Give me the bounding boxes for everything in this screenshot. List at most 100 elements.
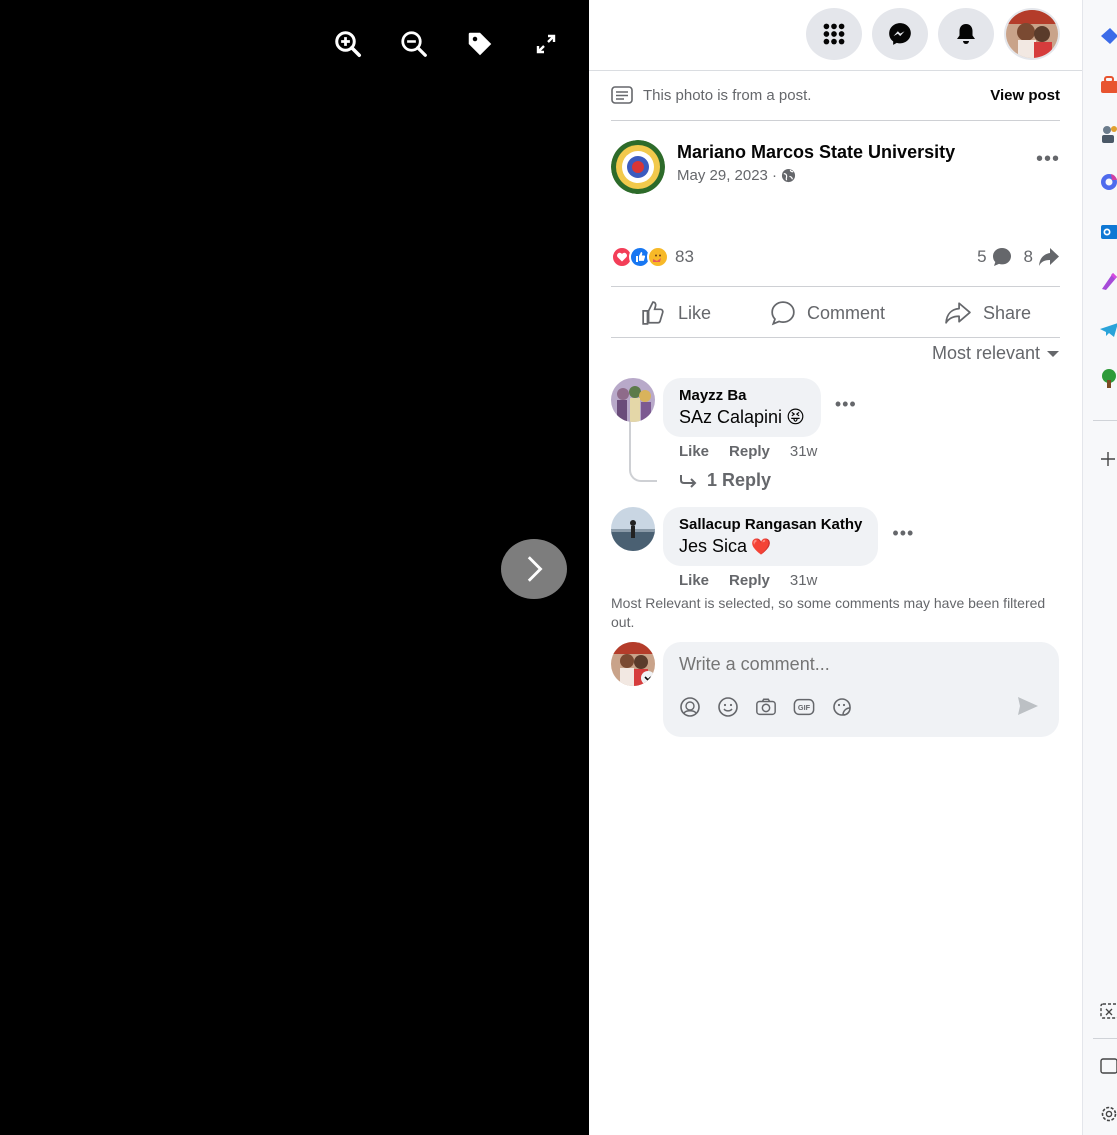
post-options-button[interactable]: ••• (1036, 148, 1060, 171)
settings-gear-icon[interactable] (1099, 1104, 1117, 1124)
shopping-icon[interactable] (1099, 75, 1117, 95)
outlook-icon[interactable] (1099, 222, 1117, 242)
comment-like-link[interactable]: Like (679, 572, 709, 589)
photo-from-post-note: This photo is from a post. View post (611, 86, 1060, 104)
comment-options-button[interactable]: ••• (892, 523, 914, 544)
divider (611, 120, 1060, 121)
comment-bubble-icon (992, 248, 1011, 266)
reaction-count: 83 (675, 247, 694, 266)
post-header: Mariano Marcos State University May 29, … (611, 140, 1060, 194)
globe-icon (782, 168, 796, 183)
notifications-bell-icon (957, 24, 975, 44)
divider (1093, 1038, 1117, 1039)
menu-grid-button[interactable] (806, 8, 862, 60)
my-avatar[interactable] (611, 642, 655, 686)
comment-count[interactable]: 5 (977, 247, 1011, 267)
gif-icon[interactable]: GIF (793, 696, 815, 718)
comment-bubble: Mayzz Ba SAz Calapini 😝 (663, 378, 821, 437)
browser-sidebar (1082, 0, 1117, 1135)
heart-emoji: ❤️ (751, 538, 771, 556)
tree-icon[interactable] (1099, 368, 1117, 388)
tools-icon[interactable] (1099, 124, 1117, 144)
designer-icon[interactable] (1099, 271, 1117, 291)
camera-icon[interactable] (755, 696, 777, 718)
commenter-avatar[interactable] (611, 378, 655, 422)
menu-grid-icon (823, 23, 845, 45)
photo-viewer[interactable] (0, 0, 589, 1135)
comment-item: Mayzz Ba SAz Calapini 😝 ••• Like Reply 3… (611, 378, 857, 491)
emoji-icon[interactable] (717, 696, 739, 718)
office-icon[interactable] (1099, 172, 1117, 192)
comment-options-button[interactable]: ••• (835, 394, 857, 415)
comment-reply-link[interactable]: Reply (729, 572, 770, 589)
profile-avatar[interactable] (1004, 8, 1060, 60)
comment-text-value: Jes Sica (679, 536, 748, 556)
telegram-icon[interactable] (1099, 320, 1117, 340)
comment-time[interactable]: 31w (790, 572, 818, 589)
share-count-value: 8 (1023, 247, 1033, 266)
send-icon[interactable] (1017, 696, 1039, 721)
fullscreen-icon[interactable] (528, 26, 564, 62)
emoji: 😝 (786, 407, 805, 427)
post-panel: This photo is from a post. View post Mar… (589, 0, 1082, 1135)
copilot-icon[interactable] (1099, 26, 1117, 46)
filter-note: Most Relevant is selected, so some comme… (611, 595, 1046, 630)
reply-arrow-icon (680, 474, 697, 488)
comment-meta: Like Reply 31w (679, 572, 914, 589)
comment-body: Sallacup Rangasan Kathy Jes Sica ❤️ ••• … (663, 507, 914, 589)
post-date-text: May 29, 2023 · (677, 167, 778, 184)
commenter-avatar[interactable] (611, 507, 655, 551)
commenter-name[interactable]: Sallacup Rangasan Kathy (679, 516, 862, 533)
zoom-out-icon[interactable] (396, 26, 432, 62)
page-logo[interactable] (611, 140, 665, 194)
tag-icon[interactable] (462, 26, 498, 62)
like-label: Like (677, 302, 711, 323)
comment-sort-dropdown[interactable]: Most relevant (932, 343, 1060, 364)
composer-tools: GIF (679, 696, 853, 718)
notifications-button[interactable] (938, 8, 994, 60)
share-icon (945, 302, 971, 324)
next-photo-button[interactable] (501, 539, 567, 599)
comment-like-link[interactable]: Like (679, 443, 709, 460)
care-reaction-icon (647, 246, 669, 268)
comment-label: Comment (806, 302, 885, 323)
svg-text:GIF: GIF (798, 703, 811, 712)
view-replies-link[interactable]: 1 Reply (679, 470, 857, 491)
messenger-button[interactable] (872, 8, 928, 60)
post-stats: 83 5 8 (611, 246, 1060, 268)
share-arrow-icon (1039, 248, 1059, 266)
comment-meta: Like Reply 31w (679, 443, 857, 460)
comment-composer: GIF (611, 642, 1059, 737)
page-name[interactable]: Mariano Marcos State University (677, 142, 1036, 163)
messenger-icon (889, 23, 911, 45)
view-post-link[interactable]: View post (990, 87, 1060, 104)
zoom-in-icon[interactable] (330, 26, 366, 62)
share-button[interactable]: Share (933, 296, 1041, 330)
post-icon (611, 86, 633, 104)
comment-count-value: 5 (977, 247, 987, 266)
post-actions: Like Comment Share (611, 296, 1060, 330)
commenter-name[interactable]: Mayzz Ba (679, 387, 805, 404)
comment-body: Mayzz Ba SAz Calapini 😝 ••• Like Reply 3… (663, 378, 857, 491)
comment-time[interactable]: 31w (790, 443, 818, 460)
screenshot-icon[interactable] (1099, 1001, 1117, 1021)
divider (1093, 420, 1117, 421)
sidebar-toggle-icon[interactable] (1099, 1056, 1117, 1076)
add-icon[interactable] (1099, 449, 1117, 469)
share-label: Share (982, 302, 1031, 323)
reactions-summary[interactable]: 83 (611, 246, 694, 268)
post-date[interactable]: May 29, 2023 · (677, 167, 1036, 184)
comment-box: GIF (663, 642, 1059, 737)
avatar-sticker-icon[interactable] (679, 696, 701, 718)
like-button[interactable]: Like (630, 296, 721, 330)
chevron-right-icon (527, 556, 543, 582)
post-meta: Mariano Marcos State University May 29, … (677, 140, 1036, 184)
comment-input[interactable] (679, 654, 1039, 675)
comment-reply-link[interactable]: Reply (729, 443, 770, 460)
comment-text: Jes Sica ❤️ (679, 536, 862, 557)
comment-button[interactable]: Comment (759, 296, 895, 330)
sticker-icon[interactable] (831, 696, 853, 718)
share-count[interactable]: 8 (1024, 247, 1060, 267)
engagement-counts: 5 8 (977, 247, 1060, 267)
divider (589, 70, 1082, 71)
